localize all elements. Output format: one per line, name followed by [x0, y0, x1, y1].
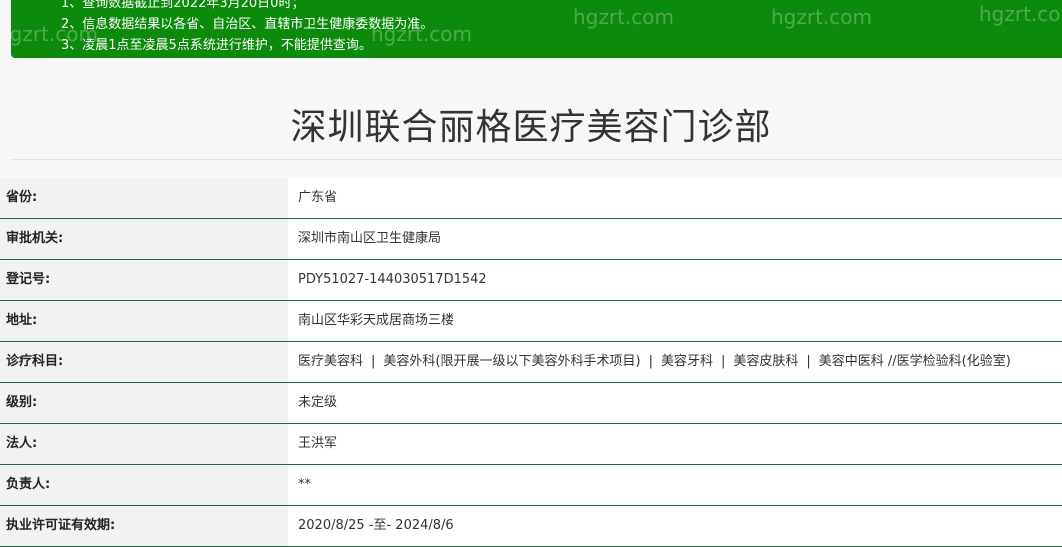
row-address: 地址: 南山区华彩天成居商场三楼 [0, 301, 1062, 342]
page-title: 深圳联合丽格医疗美容门诊部 [290, 107, 772, 148]
row-value: 南山区华彩天成居商场三楼 [288, 301, 1062, 341]
row-legal-person: 法人: 王洪军 [0, 424, 1062, 465]
row-value: ** [288, 465, 1062, 505]
notice-line-1: 1、查询数据截止到2022年3月20日0时； [61, 0, 305, 11]
row-label: 法人: [0, 424, 288, 464]
department-item: 美容皮肤科 [733, 354, 799, 369]
row-label: 登记号: [0, 260, 288, 300]
watermark: hgzrt.com [371, 22, 473, 46]
row-level: 级别: 未定级 [0, 383, 1062, 424]
notice-line-2: 2、信息数据结果以各省、自治区、直辖市卫生健康委数据为准。 [61, 17, 434, 32]
row-value: 2020/8/25 -至- 2024/8/6 [288, 506, 1062, 546]
watermark: hgzrt.com [771, 5, 873, 29]
department-item: 美容外科(限开展一级以下美容外科手术项目) [383, 354, 641, 369]
row-label: 审批机关: [0, 219, 288, 259]
row-label: 诊疗科目: [0, 342, 288, 382]
department-item: 医疗美容科 [298, 354, 364, 369]
row-label: 省份: [0, 178, 288, 218]
row-value: 未定级 [288, 383, 1062, 423]
row-label: 执业许可证有效期: [0, 506, 288, 546]
separator: | [371, 354, 376, 369]
department-item: 美容中医科 //医学检验科(化验室) [818, 354, 1011, 369]
row-province: 省份: 广东省 [0, 178, 1062, 219]
row-label: 负责人: [0, 465, 288, 505]
row-label: 级别: [0, 383, 288, 423]
separator: | [648, 354, 653, 369]
separator: | [806, 354, 811, 369]
info-table: 省份: 广东省 审批机关: 深圳市南山区卫生健康局 登记号: PDY51027-… [0, 178, 1062, 547]
row-license-validity: 执业许可证有效期: 2020/8/25 -至- 2024/8/6 [0, 506, 1062, 547]
department-item: 美容牙科 [660, 354, 713, 369]
watermark: hgzrt.com [573, 5, 675, 29]
title-divider [11, 159, 1062, 160]
notice-banner: 1、查询数据截止到2022年3月20日0时； 2、信息数据结果以各省、自治区、直… [11, 0, 1062, 58]
row-departments: 诊疗科目: 医疗美容科 | 美容外科(限开展一级以下美容外科手术项目) | 美容牙科 | 美… [0, 342, 1062, 383]
row-value: PDY51027-144030517D1542 [288, 260, 1062, 300]
row-label: 地址: [0, 301, 288, 341]
watermark: hgzrt.com [11, 22, 99, 46]
row-person-in-charge: 负责人: ** [0, 465, 1062, 506]
row-value: 医疗美容科 | 美容外科(限开展一级以下美容外科手术项目) | 美容牙科 | 美容皮肤科 | 美… [288, 342, 1062, 382]
notice-line-3: 3、凌晨1点至凌晨5点系统进行维护，不能提供查询。 [61, 38, 372, 53]
row-value: 广东省 [288, 178, 1062, 218]
row-registration-number: 登记号: PDY51027-144030517D1542 [0, 260, 1062, 301]
row-approval-authority: 审批机关: 深圳市南山区卫生健康局 [0, 219, 1062, 260]
row-value: 深圳市南山区卫生健康局 [288, 219, 1062, 259]
separator: | [720, 354, 726, 369]
watermark: hgzrt.com [979, 2, 1062, 26]
row-value: 王洪军 [288, 424, 1062, 464]
